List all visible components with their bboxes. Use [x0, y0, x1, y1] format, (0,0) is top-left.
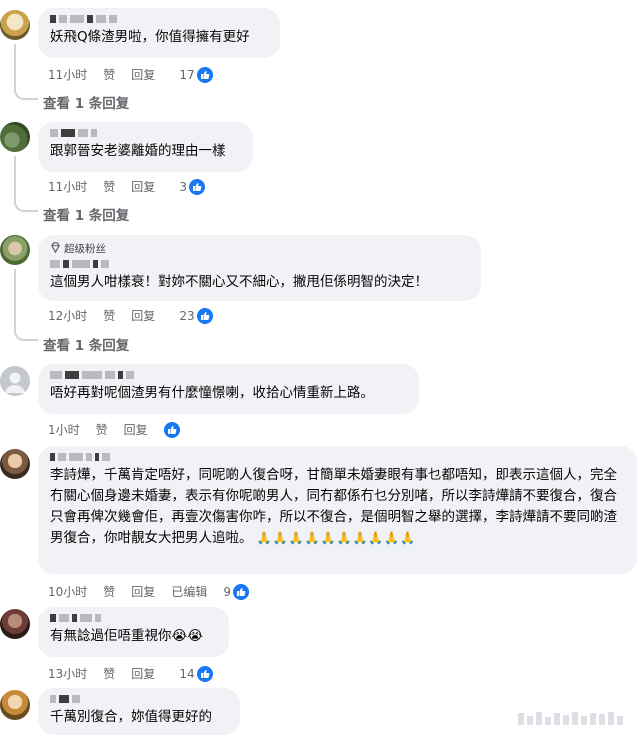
- comment-bubble: 千萬別復合，妳值得更好的: [38, 688, 240, 735]
- comment-text: 這個男人咁樣衰！對妳不關心又不細心，撇甩佢係明智的決定！: [50, 274, 428, 290]
- edited-label: 已编辑: [171, 585, 208, 599]
- comment-actions: 1小时 赞 回复: [48, 421, 180, 438]
- comment-time[interactable]: 11小时: [48, 178, 87, 195]
- author-name[interactable]: [50, 613, 217, 622]
- reply-button[interactable]: 回复: [131, 665, 155, 682]
- thumbs-up-icon: [196, 66, 213, 83]
- like-count[interactable]: 17: [179, 68, 194, 82]
- reply-thread-line: [14, 44, 38, 100]
- like-button[interactable]: 赞: [103, 583, 115, 600]
- view-replies-link[interactable]: 查看 1 条回复: [43, 204, 129, 224]
- watermark: [518, 712, 623, 725]
- like-button[interactable]: 赞: [103, 307, 115, 324]
- author-name[interactable]: [50, 370, 407, 379]
- avatar[interactable]: [0, 609, 30, 639]
- comment-text: 跟郭晉安老婆離婚的理由一樣: [50, 143, 226, 159]
- comment-bubble: 跟郭晉安老婆離婚的理由一樣: [38, 122, 253, 172]
- comment-time[interactable]: 11小时: [48, 66, 87, 83]
- thumbs-up-icon: [232, 583, 249, 600]
- comment-text: 妖飛Q條渣男啦，你值得擁有更好: [50, 29, 250, 45]
- comment-bubble: 李詩燁，千萬肯定唔好，同呢啲人復合呀，甘簡單未婚妻眼有事乜都唔知，即表示這個人，…: [38, 446, 637, 574]
- thumbs-up-icon: [196, 665, 213, 682]
- super-fan-badge: 超级粉丝: [50, 241, 469, 256]
- comment-time[interactable]: 13小时: [48, 665, 87, 682]
- author-name[interactable]: [50, 14, 268, 23]
- like-button[interactable]: 赞: [103, 665, 115, 682]
- comment-bubble: 超级粉丝 這個男人咁樣衰！對妳不關心又不細心，撇甩佢係明智的決定！: [38, 235, 481, 301]
- like-count[interactable]: 9: [223, 585, 231, 599]
- avatar[interactable]: [0, 10, 30, 40]
- comment-actions: 11小时 赞 回复 3: [48, 178, 205, 195]
- thumbs-up-icon: [188, 178, 205, 195]
- comment-actions: 10小时 赞 回复 已编辑 9: [48, 583, 249, 600]
- like-button[interactable]: 赞: [96, 421, 108, 438]
- reply-thread-line: [14, 269, 38, 341]
- avatar[interactable]: [0, 235, 30, 265]
- view-replies-link[interactable]: 查看 1 条回复: [43, 92, 129, 112]
- author-name[interactable]: [50, 452, 625, 461]
- comment-actions: 12小时 赞 回复 23: [48, 307, 213, 324]
- reply-button[interactable]: 回复: [131, 66, 155, 83]
- thumbs-up-icon: [196, 307, 213, 324]
- reply-button[interactable]: 回复: [131, 307, 155, 324]
- comment-text: 李詩燁，千萬肯定唔好，同呢啲人復合呀，甘簡單未婚妻眼有事乜都唔知，即表示這個人，…: [50, 465, 625, 549]
- author-name[interactable]: [50, 694, 228, 703]
- comment-text: 有無諗過佢唔重視你😭😭: [50, 628, 204, 644]
- avatar[interactable]: [0, 122, 30, 152]
- view-replies-link[interactable]: 查看 1 条回复: [43, 334, 129, 354]
- avatar[interactable]: [0, 690, 30, 720]
- author-name[interactable]: [50, 128, 241, 137]
- reply-button[interactable]: 回复: [124, 421, 148, 438]
- comment-bubble: 妖飛Q條渣男啦，你值得擁有更好: [38, 8, 280, 58]
- like-count[interactable]: 14: [179, 667, 194, 681]
- reply-button[interactable]: 回复: [131, 583, 155, 600]
- thumbs-up-icon: [163, 421, 180, 438]
- comment-actions: 11小时 赞 回复 17: [48, 66, 213, 83]
- reply-thread-line: [14, 156, 38, 212]
- comment-time[interactable]: 10小时: [48, 583, 87, 600]
- reply-button[interactable]: 回复: [131, 178, 155, 195]
- comment-time[interactable]: 12小时: [48, 307, 87, 324]
- comment-text: 唔好再對呢個渣男有什麼憧憬喇，收拾心情重新上路。: [50, 385, 374, 401]
- avatar[interactable]: [0, 366, 30, 396]
- badge-label: 超级粉丝: [64, 243, 106, 255]
- like-button[interactable]: 赞: [103, 66, 115, 83]
- comment-text: 千萬別復合，妳值得更好的: [50, 709, 212, 725]
- avatar[interactable]: [0, 449, 30, 479]
- comment-bubble: 唔好再對呢個渣男有什麼憧憬喇，收拾心情重新上路。: [38, 364, 419, 414]
- diamond-icon: [50, 241, 61, 256]
- praying-hands-emoji: 🙏🙏🙏🙏🙏🙏🙏🙏🙏🙏: [256, 531, 417, 545]
- comment-time[interactable]: 1小时: [48, 421, 80, 438]
- like-count[interactable]: 3: [179, 180, 187, 194]
- like-button[interactable]: 赞: [103, 178, 115, 195]
- comment-actions: 13小时 赞 回复 14: [48, 665, 213, 682]
- like-count[interactable]: 23: [179, 309, 194, 323]
- author-name[interactable]: [50, 259, 469, 268]
- comment-bubble: 有無諗過佢唔重視你😭😭: [38, 607, 229, 657]
